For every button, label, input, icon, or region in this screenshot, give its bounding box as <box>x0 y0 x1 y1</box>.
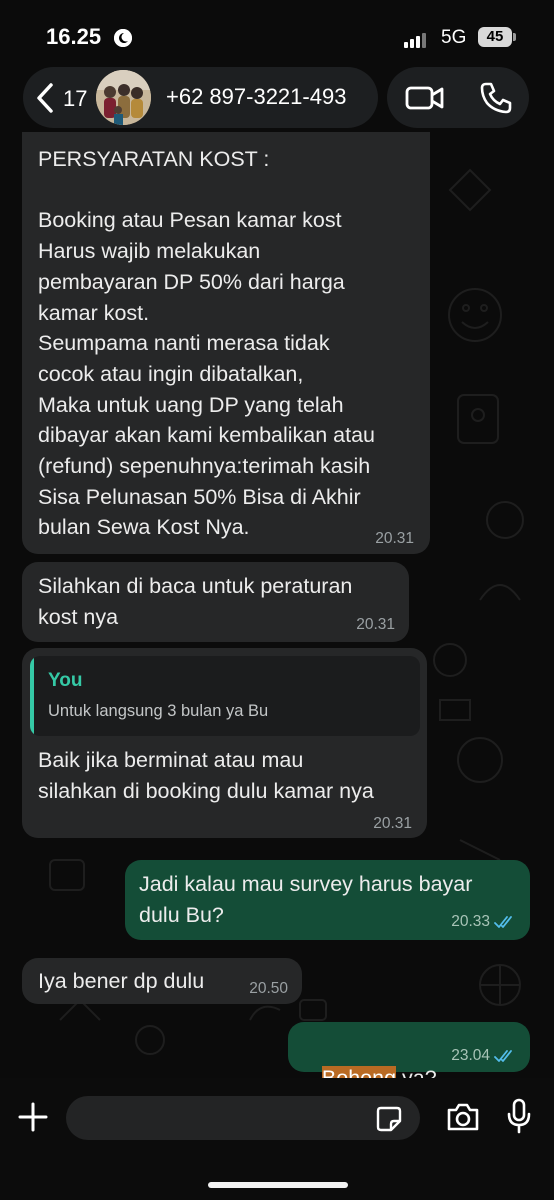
quote-author: You <box>48 670 83 691</box>
message-bubble-incoming[interactable]: PERSYARATAN KOST : Booking atau Pesan ka… <box>22 132 430 554</box>
plus-icon[interactable] <box>16 1100 50 1134</box>
avatar[interactable] <box>96 70 151 125</box>
message-bubble-incoming[interactable]: Silahkan di baca untuk peraturan kost ny… <box>22 562 409 642</box>
message-time: 20.33 <box>451 913 490 930</box>
message-bubble-outgoing[interactable]: Jadi kalau mau survey harus bayar dulu B… <box>125 860 530 940</box>
message-time: 20.50 <box>249 980 288 997</box>
call-actions <box>387 67 529 128</box>
message-text: PERSYARATAN KOST : Booking atau Pesan ka… <box>38 147 376 540</box>
quote-text: Untuk langsung 3 bulan ya Bu <box>48 702 269 720</box>
unread-count: 17 <box>63 86 88 111</box>
message-time: 20.31 <box>356 616 395 633</box>
camera-icon[interactable] <box>446 1102 480 1132</box>
chat-header: 17 +62 897-3221-493 <box>23 67 378 128</box>
message-text: Iya bener dp dulu <box>38 969 205 993</box>
phone-call-icon[interactable] <box>479 81 513 115</box>
battery-tip <box>513 33 516 41</box>
mic-icon[interactable] <box>506 1098 532 1134</box>
quote-accent-bar <box>30 656 34 736</box>
contact-name[interactable]: +62 897-3221-493 <box>166 84 346 110</box>
read-ticks-icon <box>494 916 512 928</box>
sticker-icon[interactable] <box>376 1106 402 1132</box>
message-bubble-outgoing[interactable]: Bohong ya? 23.04 <box>288 1022 530 1090</box>
video-call-icon[interactable] <box>405 83 445 113</box>
message-input[interactable] <box>66 1096 420 1140</box>
quoted-message[interactable]: You Untuk langsung 3 bulan ya Bu <box>30 656 420 736</box>
message-time: 20.31 <box>375 530 414 547</box>
home-indicator <box>208 1182 348 1188</box>
message-text: Baik jika berminat atau mau silahkan di … <box>38 748 374 803</box>
status-time: 16.25 <box>46 24 102 49</box>
message-time: 23.04 <box>451 1047 490 1064</box>
read-ticks-icon <box>494 1050 512 1062</box>
moon-icon <box>114 29 132 47</box>
message-bubble-incoming[interactable]: Iya bener dp dulu 20.50 <box>22 958 302 1004</box>
back-chevron-icon <box>37 83 53 113</box>
message-time: 20.31 <box>373 815 412 832</box>
status-bar: 16.25 5G 45 <box>0 0 554 60</box>
battery-level: 45 <box>478 27 512 47</box>
message-bubble-incoming[interactable]: You Untuk langsung 3 bulan ya Bu Baik ji… <box>22 648 427 838</box>
back-button[interactable]: 17 <box>33 81 87 115</box>
signal-icon <box>404 30 428 48</box>
network-type: 5G <box>441 27 467 48</box>
message-text: Silahkan di baca untuk peraturan kost ny… <box>38 574 353 629</box>
